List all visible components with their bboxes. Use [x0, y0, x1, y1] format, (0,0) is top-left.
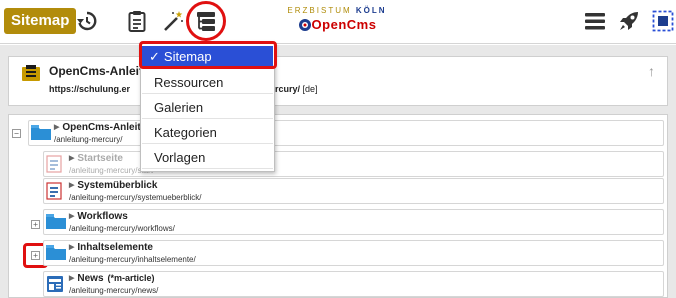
folder-icon [31, 124, 51, 145]
clipboard-icon[interactable] [124, 8, 150, 34]
menu-item-vorlagen[interactable]: Vorlagen [142, 147, 273, 169]
menu-item-ressourcen[interactable]: Ressourcen [142, 72, 273, 94]
folder-icon [46, 244, 66, 265]
tree-row-path: /anleitung-mercury/inhaltselemente/ [69, 255, 196, 264]
logo-text: OpenCms [311, 17, 377, 32]
tree-row-title: ▶ OpenCms-Anleit [54, 122, 141, 133]
expand-toggle-workflows[interactable]: + [31, 220, 40, 229]
tree-row-path: /anleitung-mercury/news/ [69, 286, 159, 295]
history-icon[interactable] [74, 8, 100, 34]
logo-top-left: ERZBISTUM [287, 6, 352, 15]
tree-row-title: ▶ Startseite [69, 153, 123, 164]
menu-item-galerien[interactable]: Galerien [142, 97, 273, 119]
selection-icon[interactable] [650, 8, 676, 34]
tree-row-title: ▶ Inhaltselemente [69, 242, 153, 253]
menu-item-kategorien[interactable]: Kategorien [142, 122, 273, 144]
folder-icon [46, 213, 66, 234]
toolbar: Sitemap ERZBISTUM KÖLN OpenCms [0, 0, 676, 44]
brand-logo: ERZBISTUM KÖLN OpenCms [282, 6, 392, 36]
rocket-icon[interactable] [616, 8, 642, 34]
tree-row-inhaltselemente[interactable]: ▶ Inhaltselemente /anleitung-mercury/inha… [43, 240, 664, 266]
page-icon [46, 182, 62, 205]
tree-row-root[interactable]: ▶ OpenCms-Anleit /anleitung-mercury/ [28, 120, 664, 146]
tree-row-startseite[interactable]: ▶ Startseite /anleitung-mercury/start [43, 151, 664, 177]
tree-row-path: /anleitung-mercury/workflows/ [69, 224, 175, 233]
tree-row-title: ▶ Workflows [69, 211, 128, 222]
logo-top-right: KÖLN [355, 6, 387, 15]
tree-row-news[interactable]: ▶ News (*m-article) /anleitung-mercury/new… [43, 271, 664, 297]
site-locale: [de] [302, 84, 318, 94]
collapse-toggle-root[interactable]: − [12, 129, 21, 138]
site-icon [22, 65, 40, 86]
tree-row-title: ▶ Systemüberblick [69, 180, 158, 191]
tree-row-workflows[interactable]: ▶ Workflows /anleitung-mercury/workflows/ [43, 209, 664, 235]
sitemap-tree: − ▶ OpenCms-Anleit /anleitung-mercury/ ▶ S… [8, 114, 668, 298]
site-title: OpenCms-Anleit [49, 64, 144, 78]
pin-icon[interactable]: ↑ [648, 63, 655, 79]
annotation-box [139, 41, 277, 69]
tree-row-path: /anleitung-mercury/systemueberblick/ [69, 193, 202, 202]
page-icon [46, 155, 62, 178]
news-icon [46, 275, 64, 297]
annotation-circle [186, 1, 226, 41]
tree-row-path: /anleitung-mercury/ [54, 135, 123, 144]
site-url-prefix: https://schulung.er [49, 84, 130, 94]
tree-row-systemueberblick[interactable]: ▶ Systemüberblick /anleitung-mercury/syst… [43, 178, 664, 204]
magic-wand-icon[interactable] [160, 8, 186, 34]
menu-icon[interactable] [582, 8, 608, 34]
content-area: OpenCms-Anleit https://schulung.er mercur… [0, 45, 676, 298]
sitemap-button[interactable]: Sitemap [4, 8, 77, 34]
site-header-card: OpenCms-Anleit https://schulung.er mercur… [8, 56, 668, 106]
opencms-logo-icon [298, 18, 311, 31]
tree-row-title: ▶ News (*m-article) [69, 273, 155, 284]
